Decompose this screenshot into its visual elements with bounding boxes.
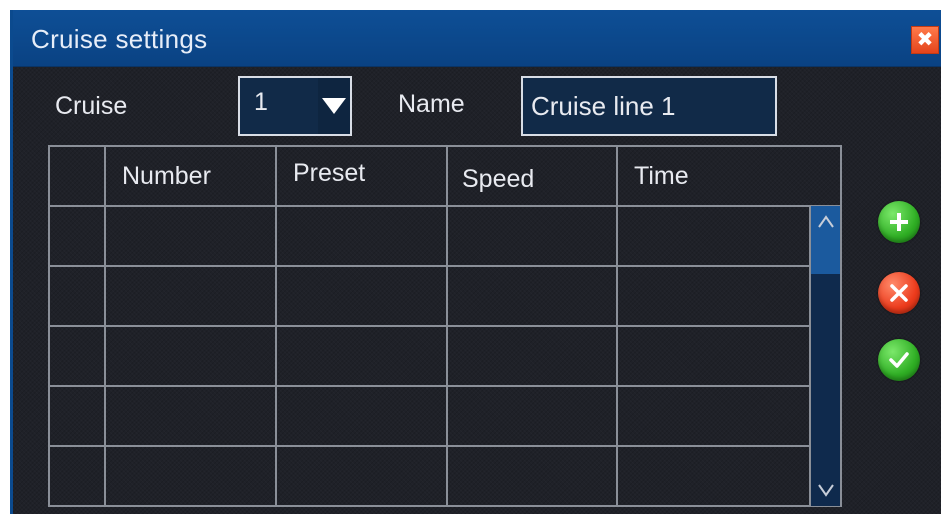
x-icon [890, 284, 908, 302]
cruise-label: Cruise [55, 92, 128, 120]
column-header-speed[interactable]: Speed [448, 150, 616, 208]
add-cruise-point-button[interactable] [878, 201, 920, 243]
close-button[interactable]: ✖ [911, 26, 939, 54]
name-label: Name [398, 90, 465, 118]
cruise-select[interactable]: 1 [238, 76, 352, 136]
chevron-down-icon [817, 484, 834, 497]
confirm-button[interactable] [878, 339, 920, 381]
close-icon: ✖ [916, 29, 934, 51]
column-header-time[interactable]: Time [618, 147, 808, 205]
dropdown-arrow-button[interactable] [318, 78, 350, 134]
column-header-select[interactable] [50, 147, 104, 205]
table-row[interactable] [50, 387, 810, 445]
name-input[interactable] [521, 76, 777, 136]
column-header-number[interactable]: Number [106, 147, 275, 205]
table-row[interactable] [50, 447, 810, 505]
scroll-up-button[interactable] [811, 210, 840, 234]
scroll-down-button[interactable] [811, 478, 840, 502]
plus-icon [890, 213, 908, 231]
column-header-preset[interactable]: Preset [277, 144, 446, 202]
delete-cruise-point-button[interactable] [878, 272, 920, 314]
table-row[interactable] [50, 207, 810, 265]
cruise-table: Number Preset Speed Time [48, 145, 842, 507]
table-row[interactable] [50, 267, 810, 325]
table-row[interactable] [50, 327, 810, 385]
triangle-down-icon [322, 98, 346, 114]
cruise-settings-dialog: Cruise settings ✖ Cruise 1 Name Number P… [10, 10, 941, 514]
table-scrollbar[interactable] [811, 206, 840, 506]
chevron-up-icon [817, 215, 834, 228]
cruise-select-value: 1 [254, 88, 268, 116]
title-bar: Cruise settings ✖ [13, 10, 941, 67]
checkmark-icon [889, 352, 909, 368]
dialog-title: Cruise settings [31, 24, 208, 54]
